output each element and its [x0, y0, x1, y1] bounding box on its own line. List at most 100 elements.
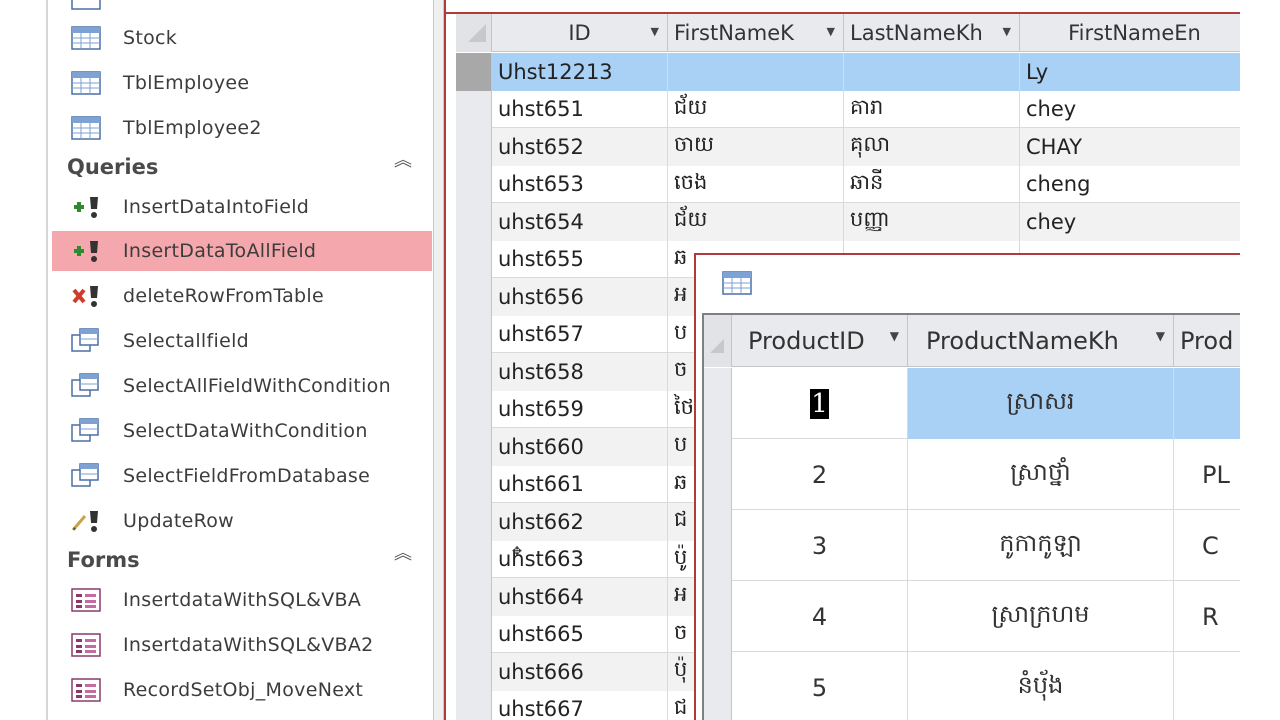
- cell-productnamekh[interactable]: កូកាកូឡា: [908, 510, 1174, 581]
- window-title-bar[interactable]: [696, 255, 1240, 313]
- cell-prod[interactable]: [1174, 368, 1240, 439]
- record-selector[interactable]: [456, 615, 492, 653]
- record-selector[interactable]: [456, 653, 492, 691]
- cell-fe[interactable]: chey: [1020, 203, 1250, 241]
- record-selector[interactable]: [456, 128, 492, 166]
- table-row[interactable]: 2 ស្រាថ្នាំ PL: [704, 439, 1240, 510]
- cell-id[interactable]: uhst656: [492, 278, 668, 316]
- cell-lk[interactable]: ឆានី: [844, 165, 1020, 203]
- cell-id[interactable]: uhst664: [492, 578, 668, 616]
- cell-id[interactable]: uhst665: [492, 615, 668, 653]
- record-selector[interactable]: [456, 353, 492, 391]
- cell-id[interactable]: uhst659: [492, 390, 668, 428]
- cell-id[interactable]: uhst651: [492, 90, 668, 128]
- column-header-lastnamekh[interactable]: LastNameKh ▼: [844, 14, 1020, 52]
- table-row[interactable]: Uhst12213 Ly: [456, 53, 1250, 91]
- cell-productid[interactable]: 5: [732, 652, 908, 720]
- record-selector[interactable]: [456, 540, 492, 578]
- nav-item-partial[interactable]: [52, 0, 432, 18]
- nav-item-selectdatawithcondition[interactable]: SelectDataWithCondition: [52, 411, 432, 451]
- cell-id[interactable]: uhst653: [492, 165, 668, 203]
- cell-productnamekh[interactable]: ស្រាក្រហម: [908, 581, 1174, 652]
- cell-fe[interactable]: Ly: [1020, 53, 1250, 91]
- cell-fk[interactable]: ចាយ: [668, 128, 844, 166]
- table-row[interactable]: uhst653 ចេង ឆានី cheng: [456, 165, 1250, 203]
- record-selector[interactable]: [456, 465, 492, 503]
- forms-group-header[interactable]: Forms ︽: [67, 543, 412, 577]
- column-header-firstnamek[interactable]: FirstNameK ▼: [668, 14, 844, 52]
- table-row[interactable]: uhst652 ចាយ គុលា CHAY: [456, 128, 1250, 166]
- cell-productid[interactable]: 2: [732, 439, 908, 510]
- cell-id[interactable]: uhst652: [492, 128, 668, 166]
- dropdown-arrow-icon[interactable]: ▼: [827, 25, 835, 38]
- cell-fk[interactable]: ចេង: [668, 165, 844, 203]
- column-header-productid[interactable]: ProductID ▼: [732, 315, 908, 367]
- cell-productnamekh[interactable]: នំប៉័ង: [908, 652, 1174, 720]
- record-selector[interactable]: [456, 390, 492, 428]
- record-selector[interactable]: [704, 581, 732, 652]
- record-selector[interactable]: [456, 428, 492, 466]
- table-row[interactable]: 4 ស្រាក្រហម R: [704, 581, 1240, 652]
- record-selector[interactable]: [704, 652, 732, 720]
- nav-item-selectallfieldwithcondition[interactable]: SelectAllFieldWithCondition: [52, 366, 432, 406]
- cell-id[interactable]: uhst658: [492, 353, 668, 391]
- record-selector[interactable]: [704, 439, 732, 510]
- nav-item-insertdataintofield[interactable]: InsertDataIntoField: [52, 187, 432, 227]
- record-selector[interactable]: [456, 53, 492, 91]
- cell-id[interactable]: uhst660: [492, 428, 668, 466]
- table-row[interactable]: uhst651 ជ័យ គារា chey: [456, 90, 1250, 128]
- dropdown-arrow-icon[interactable]: ▼: [1003, 25, 1011, 38]
- cell-id[interactable]: uhst667: [492, 690, 668, 720]
- cell-prod[interactable]: R: [1174, 581, 1240, 652]
- queries-group-header[interactable]: Queries ︽: [67, 150, 412, 184]
- cell-productid[interactable]: 4: [732, 581, 908, 652]
- record-selector[interactable]: [456, 690, 492, 720]
- cell-prod[interactable]: C: [1174, 510, 1240, 581]
- nav-item-tblemployee2[interactable]: TblEmployee2: [52, 108, 432, 148]
- record-selector[interactable]: [456, 578, 492, 616]
- cell-productnamekh[interactable]: ស្រាថ្នាំ: [908, 439, 1174, 510]
- cell-id[interactable]: Uhst12213: [492, 53, 668, 91]
- cell-fk[interactable]: [668, 53, 844, 91]
- cell-productid[interactable]: 3: [732, 510, 908, 581]
- nav-item-insertdatawithsqlvba2[interactable]: InsertdataWithSQL&VBA2: [52, 625, 432, 665]
- cell-fe[interactable]: chey: [1020, 90, 1250, 128]
- dropdown-arrow-icon[interactable]: ▼: [890, 329, 899, 343]
- nav-item-updaterow[interactable]: UpdateRow: [52, 501, 432, 541]
- record-selector[interactable]: [456, 240, 492, 278]
- dropdown-arrow-icon[interactable]: ▼: [1156, 329, 1165, 343]
- cell-id[interactable]: uhst666: [492, 653, 668, 691]
- cell-prod[interactable]: [1174, 652, 1240, 720]
- record-selector[interactable]: [456, 165, 492, 203]
- cell-id[interactable]: uhst662: [492, 503, 668, 541]
- cell-id[interactable]: uhst661: [492, 465, 668, 503]
- collapse-icon[interactable]: ︽: [394, 545, 412, 563]
- record-selector[interactable]: [456, 90, 492, 128]
- nav-item-selectallfield[interactable]: Selectallfield: [52, 321, 432, 361]
- nav-item-deleterowfromtable[interactable]: deleteRowFromTable: [52, 276, 432, 316]
- nav-item-recordsetobj-movenext[interactable]: RecordSetObj_MoveNext: [52, 670, 432, 710]
- collapse-icon[interactable]: ︽: [394, 152, 412, 170]
- nav-item-insertdatatoallfield[interactable]: InsertDataToAllField: [52, 231, 432, 271]
- column-header-id[interactable]: ID ▼: [492, 14, 668, 52]
- table-row[interactable]: 3 កូកាកូឡា C: [704, 510, 1240, 581]
- cell-productnamekh[interactable]: ស្រាសរ: [908, 368, 1174, 439]
- nav-pane-splitter[interactable]: [434, 0, 444, 720]
- cell-fk[interactable]: ជ័យ: [668, 90, 844, 128]
- cell-prod[interactable]: PL: [1174, 439, 1240, 510]
- table-row[interactable]: 5 នំប៉័ង: [704, 652, 1240, 720]
- select-all-corner[interactable]: [456, 14, 492, 52]
- cell-lk[interactable]: [844, 53, 1020, 91]
- cell-id[interactable]: uhst657: [492, 315, 668, 353]
- record-selector[interactable]: [456, 315, 492, 353]
- cell-id[interactable]: uhst655: [492, 240, 668, 278]
- nav-item-selectfieldfromdatabase[interactable]: SelectFieldFromDatabase: [52, 456, 432, 496]
- record-selector[interactable]: [704, 368, 732, 439]
- record-selector[interactable]: [456, 278, 492, 316]
- nav-item-tblemployee[interactable]: TblEmployee: [52, 63, 432, 103]
- cell-fe[interactable]: CHAY: [1020, 128, 1250, 166]
- dropdown-arrow-icon[interactable]: ▼: [651, 25, 659, 38]
- cell-id[interactable]: uhst654: [492, 203, 668, 241]
- nav-item-stock[interactable]: Stock: [52, 18, 432, 58]
- cell-lk[interactable]: បញ្ញា: [844, 203, 1020, 241]
